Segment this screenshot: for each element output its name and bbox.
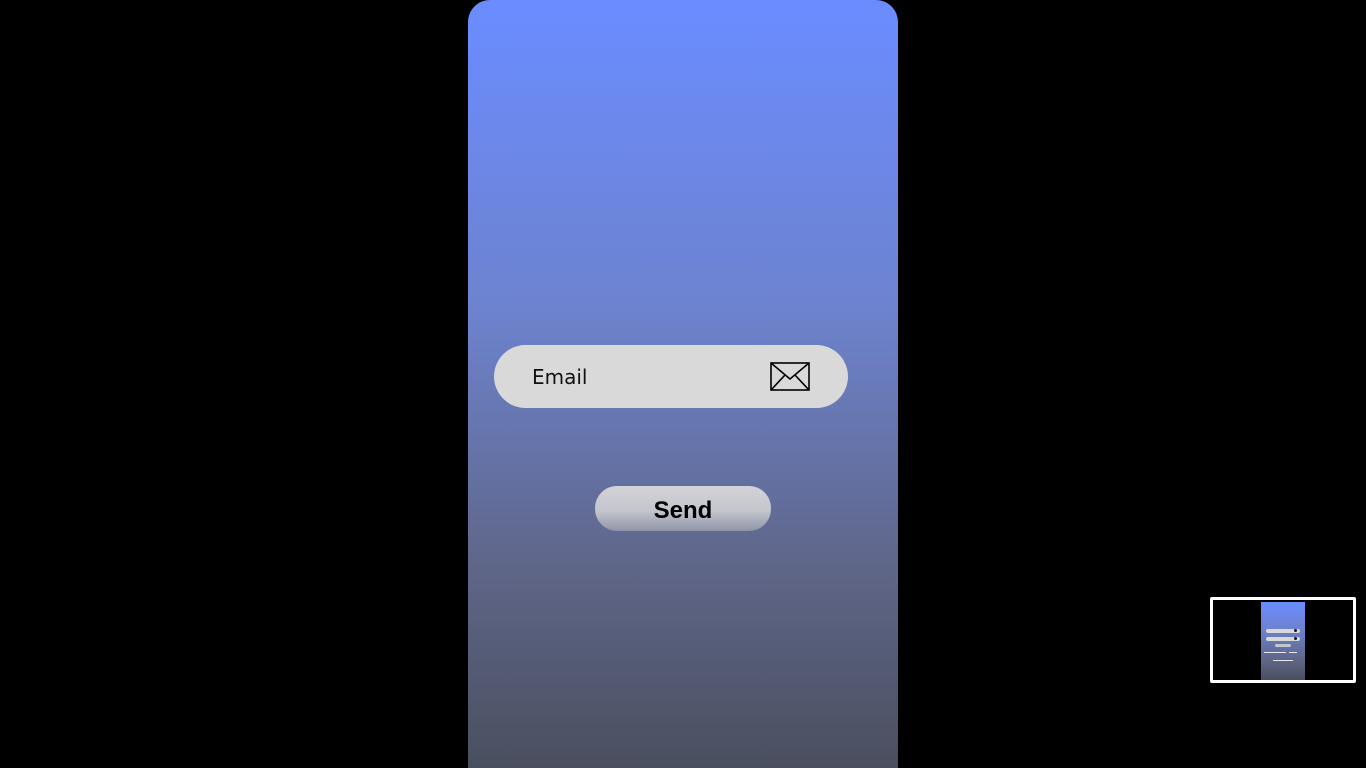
minimap-field-icon-1 [1294, 629, 1297, 632]
email-input[interactable] [532, 345, 752, 408]
minimap-viewport[interactable] [1261, 602, 1305, 680]
envelope-icon [770, 362, 810, 391]
minimap-text-2 [1289, 652, 1297, 653]
minimap-text-3 [1273, 660, 1293, 661]
minimap[interactable] [1210, 597, 1356, 683]
phone-screen: Send [468, 0, 898, 768]
minimap-field-icon-2 [1294, 637, 1297, 640]
minimap-text-1 [1264, 652, 1286, 653]
send-button[interactable]: Send [595, 486, 771, 531]
app-canvas: Send [0, 0, 1366, 768]
email-field[interactable] [494, 345, 848, 408]
minimap-button [1275, 644, 1291, 647]
